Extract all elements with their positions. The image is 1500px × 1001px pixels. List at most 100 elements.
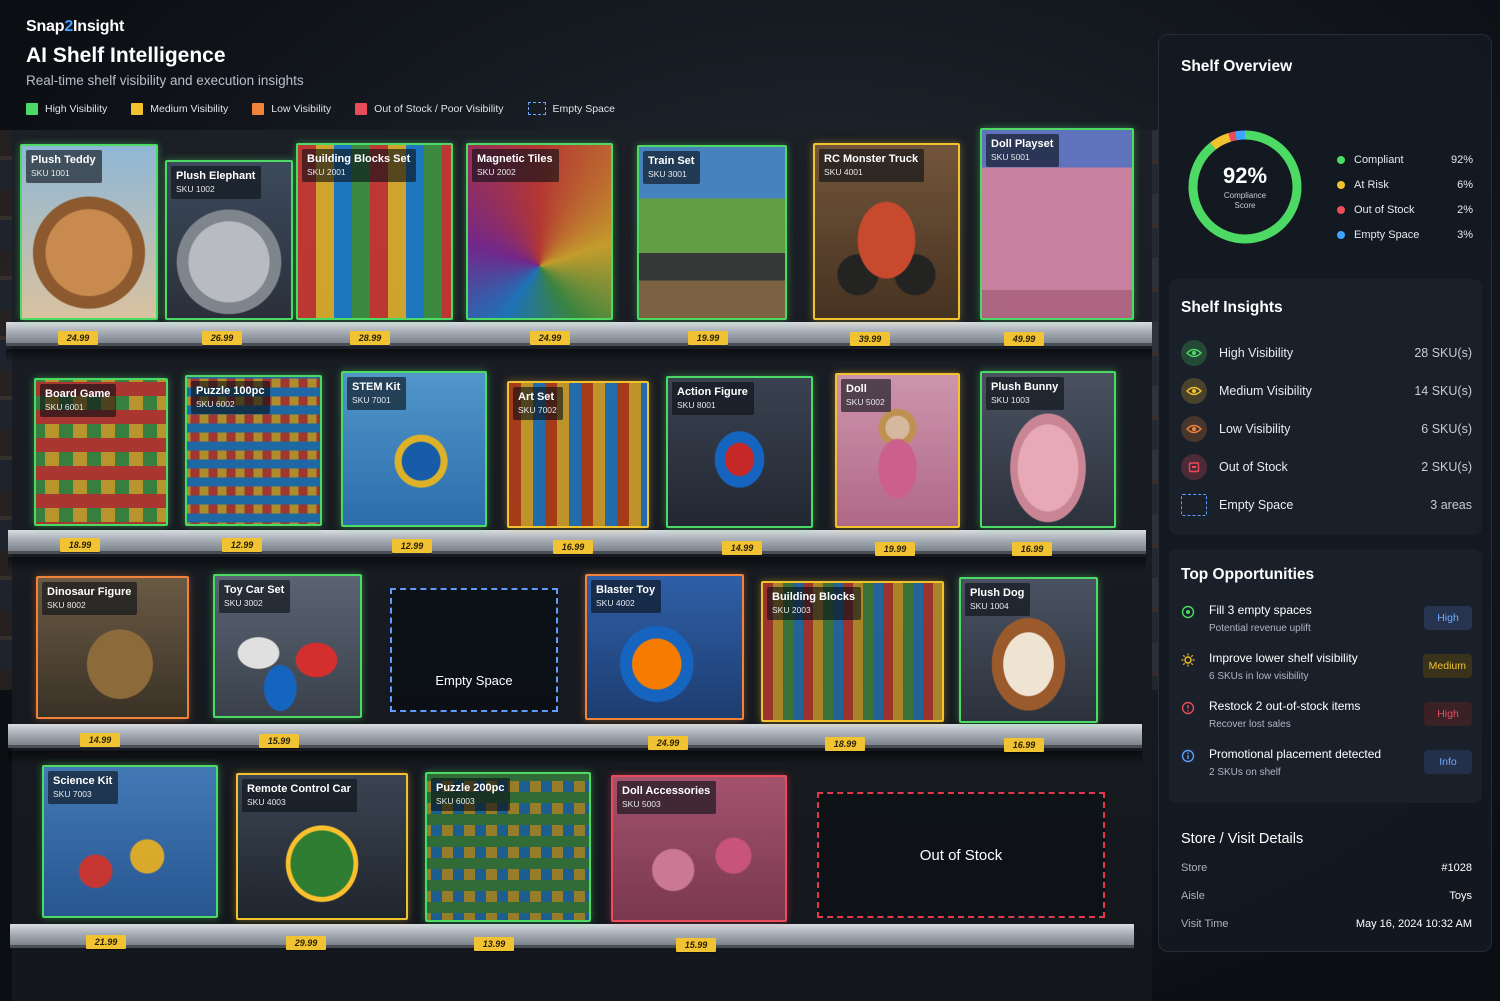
- product-sku: SKU 2003: [772, 604, 811, 615]
- empty-space-zone[interactable]: Empty Space: [390, 588, 558, 712]
- insight-row-medium[interactable]: Medium Visibility 14 SKU(s): [1181, 376, 1472, 406]
- product-box[interactable]: Doll SKU 5002: [835, 373, 960, 528]
- insight-row-out-of-stock[interactable]: Out of Stock 2 SKU(s): [1181, 452, 1472, 482]
- overview-row-at-risk: At Risk 6%: [1337, 172, 1473, 197]
- product-box[interactable]: Plush Bunny SKU 1003: [980, 371, 1116, 528]
- out-of-stock-zone[interactable]: Out of Stock: [817, 792, 1105, 918]
- product-box[interactable]: STEM Kit SKU 7001: [341, 371, 487, 527]
- shelf-board-3: [8, 724, 1142, 748]
- box-icon: [1181, 454, 1207, 480]
- overview-row-empty-space: Empty Space 3%: [1337, 222, 1473, 247]
- product-name: Toy Car Set: [224, 584, 285, 596]
- product-box[interactable]: Magnetic Tiles SKU 2002: [466, 143, 613, 320]
- insights-panel: Shelf Overview 92% Compliance Score Comp…: [1158, 34, 1492, 952]
- product-sku: SKU 3001: [648, 168, 687, 179]
- detail-key: Visit Time: [1181, 918, 1229, 930]
- product-box[interactable]: Plush Elephant SKU 1002: [165, 160, 293, 320]
- target-icon: [1181, 605, 1195, 619]
- product-label: RC Monster Truck SKU 4001: [819, 149, 925, 183]
- shelf-overview-card: Shelf Overview 92% Compliance Score Comp…: [1169, 43, 1482, 269]
- product-box[interactable]: Building Blocks Set SKU 2001: [296, 143, 453, 320]
- product-label: Magnetic Tiles SKU 2002: [472, 149, 559, 183]
- product-box[interactable]: Doll Accessories SKU 5003: [611, 775, 787, 922]
- product-box[interactable]: Blaster Toy SKU 4002: [585, 574, 744, 720]
- product-sku: SKU 2001: [307, 166, 346, 177]
- legend-swatch: [131, 102, 144, 115]
- product-box[interactable]: Art Set SKU 7002: [507, 381, 649, 528]
- product-box[interactable]: Train Set SKU 3001: [637, 145, 787, 320]
- detail-value: May 16, 2024 10:32 AM: [1355, 918, 1472, 930]
- overview-pct: 6%: [1457, 178, 1473, 191]
- empty-space-label: Empty Space: [435, 673, 513, 688]
- product-label: Plush Elephant SKU 1002: [171, 166, 262, 200]
- legend-item-low: Low Visibility: [252, 102, 331, 115]
- product-box[interactable]: Doll Playset SKU 5001: [980, 128, 1134, 320]
- product-sku: SKU 5001: [991, 151, 1030, 162]
- product-box[interactable]: RC Monster Truck SKU 4001: [813, 143, 960, 320]
- product-box[interactable]: Plush Teddy SKU 1001: [20, 144, 158, 320]
- visibility-legend: High Visibility Medium Visibility Low Vi…: [26, 102, 615, 115]
- opportunity-row[interactable]: Promotional placement detected 2 SKUs on…: [1181, 747, 1472, 787]
- product-name: Puzzle 200pc: [436, 782, 505, 794]
- product-box[interactable]: Puzzle 200pc SKU 6003: [425, 772, 591, 922]
- shelf-insights-card: Shelf Insights High Visibility 28 SKU(s)…: [1169, 279, 1482, 535]
- insight-count: 3 areas: [1430, 498, 1472, 512]
- product-sku: SKU 7002: [518, 404, 557, 415]
- product-box[interactable]: Remote Control Car SKU 4003: [236, 773, 408, 920]
- insight-count: 28 SKU(s): [1414, 346, 1472, 360]
- legend-swatch: [355, 102, 368, 115]
- opportunity-title: Fill 3 empty spaces: [1209, 603, 1312, 617]
- dashed-square-icon: [1181, 494, 1207, 516]
- shelf-shadow: [6, 349, 1152, 363]
- product-label: Building Blocks SKU 2003: [767, 587, 862, 621]
- brand-name-number: 2: [64, 18, 74, 35]
- product-name: Science Kit: [53, 775, 113, 787]
- insight-row-low[interactable]: Low Visibility 6 SKU(s): [1181, 414, 1472, 444]
- product-name: Puzzle 100pc: [196, 385, 265, 397]
- detail-row-store: Store #1028: [1181, 862, 1472, 874]
- overview-label: At Risk: [1354, 178, 1389, 191]
- product-label: Plush Dog SKU 1004: [965, 583, 1031, 617]
- opportunity-subtitle: Recover lost sales: [1209, 719, 1291, 730]
- opportunity-row[interactable]: Fill 3 empty spaces Potential revenue up…: [1181, 603, 1472, 643]
- opportunity-subtitle: Potential revenue uplift: [1209, 623, 1311, 634]
- insight-row-high[interactable]: High Visibility 28 SKU(s): [1181, 338, 1472, 368]
- brand-name-part: Snap: [26, 18, 65, 35]
- product-box[interactable]: Action Figure SKU 8001: [666, 376, 813, 528]
- price-tag: 12.99: [392, 539, 432, 553]
- opportunity-row[interactable]: Improve lower shelf visibility 6 SKUs in…: [1181, 651, 1472, 691]
- shelf-shadow: [8, 751, 1142, 765]
- detail-key: Aisle: [1181, 890, 1205, 902]
- status-dot: [1337, 205, 1345, 214]
- detail-value: #1028: [1441, 862, 1472, 874]
- product-box[interactable]: Toy Car Set SKU 3002: [213, 574, 362, 718]
- product-box[interactable]: Science Kit SKU 7003: [42, 765, 218, 918]
- product-label: Action Figure SKU 8001: [672, 382, 754, 416]
- product-label: Science Kit SKU 7003: [48, 771, 119, 805]
- product-sku: SKU 8002: [47, 599, 86, 610]
- product-sku: SKU 7001: [352, 394, 391, 405]
- status-dot: [1337, 230, 1345, 239]
- product-label: Puzzle 200pc SKU 6003: [431, 778, 511, 812]
- product-box[interactable]: Dinosaur Figure SKU 8002: [36, 576, 189, 719]
- insight-label: Empty Space: [1219, 498, 1294, 512]
- product-box[interactable]: Board Game SKU 6001: [34, 378, 168, 526]
- price-tag: 21.99: [86, 935, 126, 949]
- opportunity-subtitle: 2 SKUs on shelf: [1209, 767, 1281, 778]
- product-box[interactable]: Puzzle 100pc SKU 6002: [185, 375, 322, 526]
- product-name: Blaster Toy: [596, 584, 656, 596]
- insight-count: 6 SKU(s): [1421, 422, 1472, 436]
- insight-row-empty-space[interactable]: Empty Space 3 areas: [1181, 490, 1472, 520]
- insight-count: 2 SKU(s): [1421, 460, 1472, 474]
- price-tag: 15.99: [259, 734, 299, 748]
- priority-badge: Info: [1424, 750, 1472, 774]
- opportunity-row[interactable]: Restock 2 out-of-stock items Recover los…: [1181, 699, 1472, 739]
- overview-pct: 2%: [1457, 203, 1473, 216]
- product-box[interactable]: Plush Dog SKU 1004: [959, 577, 1098, 723]
- product-box[interactable]: Building Blocks SKU 2003: [761, 581, 944, 722]
- status-dot: [1337, 180, 1345, 189]
- priority-badge: Medium: [1422, 654, 1472, 678]
- opportunity-title: Promotional placement detected: [1209, 747, 1382, 761]
- price-tag: 19.99: [688, 331, 728, 345]
- product-label: Toy Car Set SKU 3002: [219, 580, 291, 614]
